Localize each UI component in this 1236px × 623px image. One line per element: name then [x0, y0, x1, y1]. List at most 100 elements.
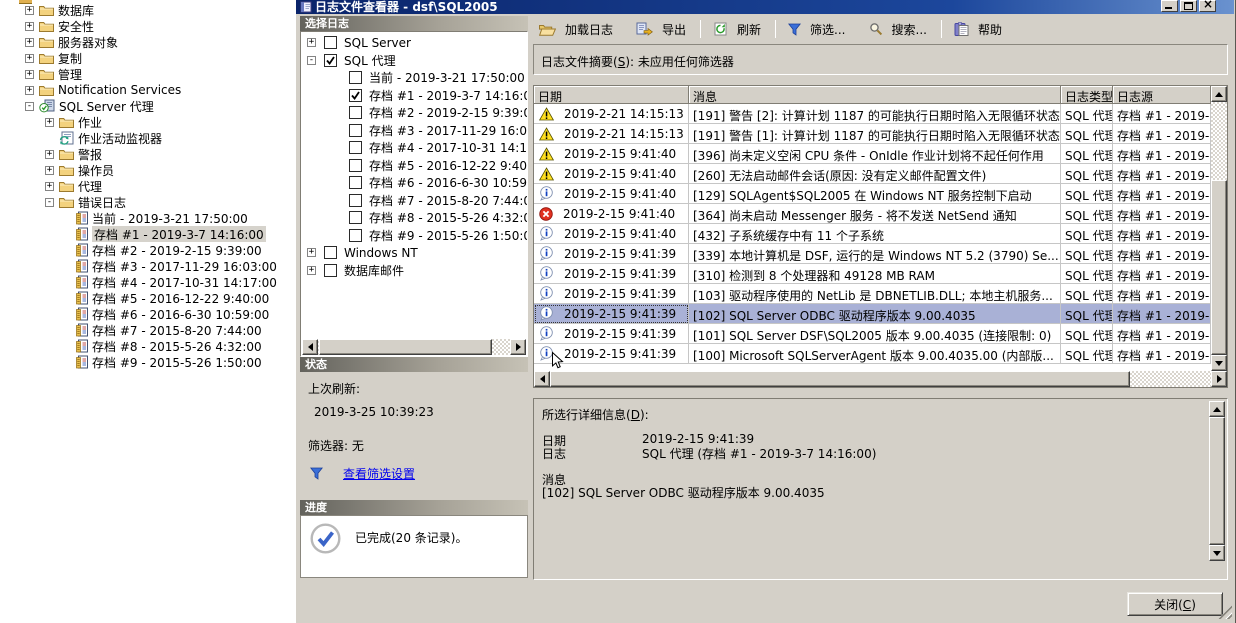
- log-tree-item[interactable]: +Windows NT: [301, 244, 527, 262]
- expand-plus-icon[interactable]: +: [25, 54, 34, 63]
- grid-hscrollbar[interactable]: [534, 371, 1227, 387]
- explorer-item[interactable]: 存档 #1 - 2019-3-7 14:16:00: [0, 226, 296, 242]
- checkbox[interactable]: [349, 71, 362, 84]
- scroll-down-button[interactable]: [1211, 355, 1227, 371]
- checkbox[interactable]: [349, 176, 362, 189]
- expand-plus-icon[interactable]: +: [25, 38, 34, 47]
- toolbar-button-refresh[interactable]: 刷新: [710, 19, 764, 40]
- expand-plus-icon[interactable]: +: [45, 118, 54, 127]
- log-tree-item[interactable]: -SQL 代理: [301, 52, 527, 70]
- scrollbar-thumb[interactable]: [1211, 180, 1227, 355]
- log-tree-item[interactable]: +SQL Server: [301, 34, 527, 52]
- log-tree-item[interactable]: 存档 #2 - 2019-2-15 9:39:00: [301, 104, 527, 122]
- explorer-item[interactable]: +作业: [0, 114, 296, 130]
- close-button[interactable]: 关闭(C): [1127, 592, 1223, 616]
- log-tree-item[interactable]: 存档 #4 - 2017-10-31 14:17:00: [301, 139, 527, 157]
- log-tree-item[interactable]: 存档 #3 - 2017-11-29 16:03:00: [301, 122, 527, 140]
- scrollbar-thumb[interactable]: [319, 339, 492, 355]
- checkbox[interactable]: [349, 229, 362, 242]
- log-tree-item[interactable]: 存档 #7 - 2015-8-20 7:44:00: [301, 192, 527, 210]
- expand-plus-icon[interactable]: +: [25, 22, 34, 31]
- details-vscrollbar[interactable]: [1209, 401, 1225, 561]
- checkbox[interactable]: [349, 141, 362, 154]
- log-tree-item[interactable]: 存档 #8 - 2015-5-26 4:32:00: [301, 209, 527, 227]
- view-filter-settings-link[interactable]: 查看筛选设置: [343, 465, 415, 482]
- expand-plus-icon[interactable]: +: [307, 248, 316, 257]
- explorer-item[interactable]: 存档 #8 - 2015-5-26 4:32:00: [0, 338, 296, 354]
- grid-vscrollbar[interactable]: [1211, 86, 1227, 371]
- explorer-item[interactable]: +代理: [0, 178, 296, 194]
- column-header[interactable]: 日志类型: [1061, 86, 1113, 104]
- log-row[interactable]: 2019-2-15 9:41:40[260] 无法启动邮件会话(原因: 没有定义…: [534, 164, 1211, 184]
- log-tree-item[interactable]: +数据库邮件: [301, 262, 527, 280]
- close-window-button[interactable]: ×: [1199, 0, 1216, 12]
- log-row[interactable]: 2019-2-15 9:41:40[364] 尚未启动 Messenger 服务…: [534, 204, 1211, 224]
- scroll-left-button[interactable]: [534, 371, 550, 387]
- log-row[interactable]: 2019-2-15 9:41:39[102] SQL Server ODBC 驱…: [534, 304, 1211, 324]
- explorer-item[interactable]: +安全性: [0, 18, 296, 34]
- log-row[interactable]: 2019-2-15 9:41:40[396] 尚未定义空闲 CPU 条件 - O…: [534, 144, 1211, 164]
- checkbox[interactable]: [349, 124, 362, 137]
- checkbox[interactable]: [349, 159, 362, 172]
- explorer-item[interactable]: +服务器对象: [0, 34, 296, 50]
- log-tree-item[interactable]: 存档 #1 - 2019-3-7 14:16:00: [301, 87, 527, 105]
- scrollbar-thumb[interactable]: [550, 371, 1130, 387]
- log-row[interactable]: 2019-2-15 9:41:39[103] 驱动程序使用的 NetLib 是 …: [534, 284, 1211, 304]
- column-header[interactable]: 日志源: [1113, 86, 1211, 104]
- scrollbar-track[interactable]: [1211, 102, 1227, 355]
- scroll-right-button[interactable]: [1211, 371, 1227, 387]
- log-tree-item[interactable]: 存档 #9 - 2015-5-26 1:50:00: [301, 227, 527, 245]
- tree-hscrollbar[interactable]: [302, 339, 526, 355]
- scroll-left-button[interactable]: [302, 339, 318, 355]
- explorer-item[interactable]: 存档 #9 - 2015-5-26 1:50:00: [0, 354, 296, 370]
- explorer-item[interactable]: -错误日志: [0, 194, 296, 210]
- log-tree-item[interactable]: 存档 #6 - 2016-6-30 10:59:00: [301, 174, 527, 192]
- explorer-item[interactable]: +复制: [0, 50, 296, 66]
- scrollbar-thumb[interactable]: [1209, 417, 1225, 545]
- checkbox[interactable]: [349, 106, 362, 119]
- scrollbar-track[interactable]: [1209, 417, 1225, 545]
- log-row[interactable]: 2019-2-15 9:41:39[310] 检测到 8 个处理器和 49128…: [534, 264, 1211, 284]
- expand-plus-icon[interactable]: +: [45, 166, 54, 175]
- collapse-minus-icon[interactable]: -: [307, 56, 316, 65]
- checkbox[interactable]: [324, 246, 337, 259]
- expand-plus-icon[interactable]: +: [307, 38, 316, 47]
- maximize-button[interactable]: [1180, 0, 1197, 12]
- scroll-right-button[interactable]: [510, 339, 526, 355]
- explorer-item[interactable]: 存档 #2 - 2019-2-15 9:39:00: [0, 242, 296, 258]
- toolbar-button-filter[interactable]: 筛选...: [785, 19, 848, 40]
- checkbox[interactable]: [324, 54, 337, 67]
- explorer-item[interactable]: +Notification Services: [0, 82, 296, 98]
- log-row[interactable]: 2019-2-15 9:41:40[432] 子系统缓存中有 11 个子系统SQ…: [534, 224, 1211, 244]
- collapse-minus-icon[interactable]: -: [25, 102, 34, 111]
- checkbox[interactable]: [324, 264, 337, 277]
- log-row[interactable]: 2019-2-15 9:41:39[101] SQL Server DSF\SQ…: [534, 324, 1211, 344]
- log-row[interactable]: 2019-2-21 14:15:13[191] 警告 [1]: 计算计划 118…: [534, 124, 1211, 144]
- minimize-button[interactable]: [1161, 0, 1178, 12]
- explorer-item[interactable]: +数据库: [0, 2, 296, 18]
- scrollbar-track[interactable]: [318, 339, 510, 355]
- explorer-item[interactable]: 存档 #7 - 2015-8-20 7:44:00: [0, 322, 296, 338]
- explorer-item[interactable]: 存档 #5 - 2016-12-22 9:40:00: [0, 290, 296, 306]
- explorer-item[interactable]: +警报: [0, 146, 296, 162]
- scroll-up-button[interactable]: [1209, 401, 1225, 417]
- toolbar-button-export[interactable]: 导出: [633, 19, 689, 40]
- explorer-item[interactable]: 存档 #6 - 2016-6-30 10:59:00: [0, 306, 296, 322]
- log-row[interactable]: 2019-2-21 14:15:13[191] 警告 [2]: 计算计划 118…: [534, 104, 1211, 124]
- checkbox[interactable]: [349, 211, 362, 224]
- checkbox[interactable]: [349, 89, 362, 102]
- toolbar-button-search[interactable]: 搜索...: [866, 19, 930, 40]
- toolbar-button-open-folder[interactable]: 加载日志: [536, 19, 616, 40]
- explorer-item[interactable]: -SQL Server 代理: [0, 98, 296, 114]
- checkbox[interactable]: [324, 36, 337, 49]
- explorer-item[interactable]: 当前 - 2019-3-21 17:50:00: [0, 210, 296, 226]
- explorer-item[interactable]: 存档 #4 - 2017-10-31 14:17:00: [0, 274, 296, 290]
- log-tree-item[interactable]: 存档 #5 - 2016-12-22 9:40:00: [301, 157, 527, 175]
- log-row[interactable]: 2019-2-15 9:41:40[129] SQLAgent$SQL2005 …: [534, 184, 1211, 204]
- expand-plus-icon[interactable]: +: [25, 6, 34, 15]
- expand-plus-icon[interactable]: +: [25, 70, 34, 79]
- explorer-item[interactable]: +操作员: [0, 162, 296, 178]
- expand-plus-icon[interactable]: +: [45, 182, 54, 191]
- expand-plus-icon[interactable]: +: [307, 266, 316, 275]
- checkbox[interactable]: [349, 194, 362, 207]
